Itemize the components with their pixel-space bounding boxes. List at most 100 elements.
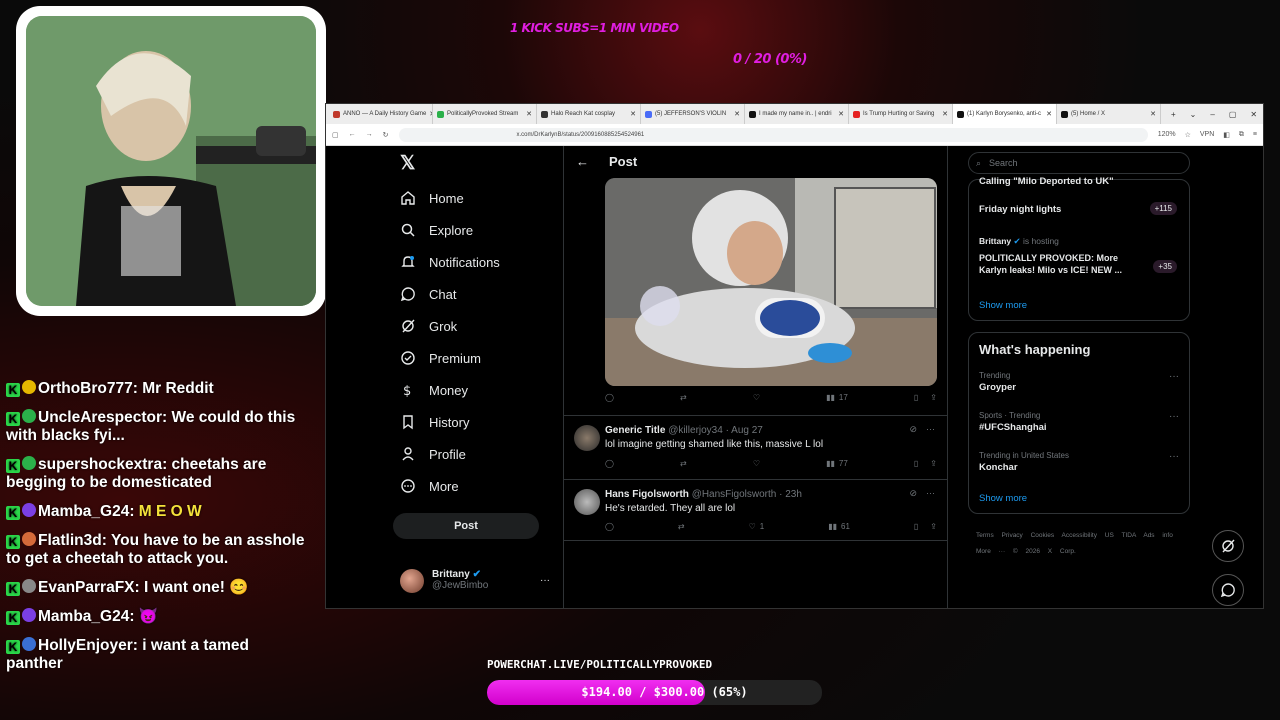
browser-tab[interactable]: (5) JEFFERSON'S VIOLIN ✕ xyxy=(641,104,745,124)
close-icon[interactable]: ✕ xyxy=(1150,110,1156,118)
reply-post[interactable]: Hans Figolsworth @HansFigolsworth · 23h … xyxy=(564,479,947,541)
new-tab-icon[interactable]: + xyxy=(1171,110,1176,119)
close-icon[interactable]: ✕ xyxy=(1046,110,1052,118)
repost-icon[interactable]: ⇄ xyxy=(678,522,685,531)
tab-favicon-icon xyxy=(853,110,860,118)
forward-icon[interactable]: → xyxy=(366,131,373,138)
reload-icon[interactable]: ↻ xyxy=(383,131,389,139)
close-icon[interactable]: ✕ xyxy=(630,110,636,118)
nav-history[interactable]: History xyxy=(400,414,469,430)
tab-list-icon[interactable]: ⌄ xyxy=(1190,110,1197,119)
live-item-friday[interactable]: Friday night lights xyxy=(979,204,1061,215)
more-dots-icon[interactable]: ··· xyxy=(1169,411,1179,422)
grok-icon[interactable]: ⊘ xyxy=(909,488,917,499)
close-icon[interactable]: ✕ xyxy=(942,110,948,118)
search-input[interactable]: ⌕ Search xyxy=(968,152,1190,174)
browser-tab[interactable]: (5) Home / X ✕ xyxy=(1057,104,1161,124)
post-button[interactable]: Post xyxy=(393,513,539,539)
reply-time[interactable]: · 23h xyxy=(779,489,802,500)
more-dots-icon[interactable]: ··· xyxy=(540,575,550,586)
more-dots-icon[interactable]: ··· xyxy=(926,424,935,435)
browser-tab[interactable]: Halo Reach Kat cosplay ✕ xyxy=(537,104,641,124)
avatar[interactable] xyxy=(574,489,600,515)
trend-item[interactable]: Trending Groyper xyxy=(979,371,1016,393)
back-icon[interactable]: ← xyxy=(349,131,356,138)
repost-icon[interactable]: ⇄ xyxy=(680,459,687,468)
nav-home[interactable]: Home xyxy=(400,190,464,206)
browser-tab[interactable]: ANNO — A Daily History Game✕ xyxy=(329,104,433,124)
grok-icon[interactable]: ⊘ xyxy=(909,424,917,435)
maximize-icon[interactable]: ▢ xyxy=(1229,110,1237,119)
sidebar-toggle-icon[interactable]: ▢ xyxy=(332,131,339,139)
more-dots-icon[interactable]: ··· xyxy=(926,488,935,499)
menu-icon[interactable]: ≡ xyxy=(1253,131,1257,139)
share-icon[interactable]: ⇪ xyxy=(930,459,937,468)
live-space-title[interactable]: POLITICALLY PROVOKED: More Karlyn leaks!… xyxy=(979,252,1131,276)
close-icon[interactable]: ✕ xyxy=(526,110,532,118)
nav-notifications[interactable]: Notifications xyxy=(400,254,500,270)
reply-time[interactable]: · Aug 27 xyxy=(726,425,763,436)
browser-tab[interactable]: Is Trump Hurting or Saving ✕ xyxy=(849,104,953,124)
close-window-icon[interactable]: ✕ xyxy=(1250,110,1257,119)
extensions-icon[interactable]: ⧉ xyxy=(1239,131,1244,139)
reply-icon[interactable]: ◯ xyxy=(605,459,614,468)
reply-author[interactable]: Hans Figolsworth xyxy=(605,489,689,500)
trend-item[interactable]: Trending in United States Konchar xyxy=(979,451,1069,473)
browser-tab[interactable]: PoliticallyProvoked Stream ✕ xyxy=(433,104,537,124)
minimize-icon[interactable]: – xyxy=(1210,110,1214,119)
grok-fab-icon[interactable] xyxy=(1212,530,1244,562)
tab-label: (5) JEFFERSON'S VIOLIN xyxy=(655,111,727,117)
show-more-link[interactable]: Show more xyxy=(979,300,1027,311)
close-icon[interactable]: ✕ xyxy=(838,110,844,118)
browser-tab-active[interactable]: (1) Karlyn Borysenko, anti-c ✕ xyxy=(953,104,1057,124)
views-stat[interactable]: ▮▮ 61 xyxy=(828,522,850,531)
views-stat[interactable]: ▮▮ 77 xyxy=(826,459,848,468)
live-host-line[interactable]: Brittany ✔ is hosting xyxy=(979,236,1059,247)
messages-fab-icon[interactable] xyxy=(1212,574,1244,606)
footer-links[interactable]: Terms Privacy Cookies Accessibility US T… xyxy=(976,528,1186,560)
bookmark-icon[interactable]: ▯ xyxy=(914,459,918,468)
reply-icon[interactable]: ◯ xyxy=(605,393,614,402)
nav-explore[interactable]: Explore xyxy=(400,222,473,238)
zoom-level[interactable]: 120% xyxy=(1158,131,1176,139)
bookmark-icon[interactable]: ▯ xyxy=(914,522,918,531)
back-arrow-icon[interactable]: ← xyxy=(576,154,589,169)
more-dots-icon[interactable]: ··· xyxy=(1169,371,1179,382)
account-switcher[interactable]: Brittany ✔ @JewBimbo ··· xyxy=(400,569,550,593)
reply-post[interactable]: Generic Title @killerjoy34 · Aug 27 lol … xyxy=(564,415,947,479)
live-item-partial[interactable]: Calling "Milo Deported to UK" xyxy=(979,176,1114,187)
nav-profile[interactable]: Profile xyxy=(400,446,466,462)
share-icon[interactable]: ⇪ xyxy=(930,522,937,531)
nav-premium[interactable]: Premium xyxy=(400,350,481,366)
post-image[interactable] xyxy=(605,178,937,386)
close-icon[interactable]: ✕ xyxy=(734,110,740,118)
more-dots-icon[interactable]: ··· xyxy=(1169,451,1179,462)
like-stat[interactable]: ♡ 1 xyxy=(749,522,765,531)
show-more-link[interactable]: Show more xyxy=(979,493,1027,504)
views-icon: ▮▮ xyxy=(826,393,835,402)
avatar[interactable] xyxy=(574,425,600,451)
nav-grok[interactable]: Grok xyxy=(400,318,457,334)
url-field[interactable]: x.com/DrKarlynB/status/20091608852545249… xyxy=(398,127,1148,142)
browser-tab[interactable]: I made my name in.. | endri ✕ xyxy=(745,104,849,124)
wallet-icon[interactable]: ◧ xyxy=(1223,131,1230,139)
like-icon[interactable]: ♡ xyxy=(753,459,760,468)
repost-icon[interactable]: ⇄ xyxy=(680,393,687,402)
x-logo-icon[interactable]: 𝕏 xyxy=(400,152,415,175)
host-name: Brittany xyxy=(979,236,1012,246)
like-icon[interactable]: ♡ xyxy=(753,393,760,402)
nav-more[interactable]: More xyxy=(400,478,459,494)
trend-item[interactable]: Sports · Trending #UFCShanghai xyxy=(979,411,1047,433)
nav-money[interactable]: $ Money xyxy=(400,382,468,399)
nav-chat[interactable]: Chat xyxy=(400,286,456,302)
reply-handle[interactable]: @killerjoy34 xyxy=(668,425,723,436)
bookmark-icon[interactable]: ▯ xyxy=(914,393,918,402)
reply-handle[interactable]: @HansFigolsworth xyxy=(692,489,777,500)
account-handle: @JewBimbo xyxy=(432,580,489,591)
reply-icon[interactable]: ◯ xyxy=(605,522,614,531)
star-icon[interactable]: ☆ xyxy=(1185,131,1191,139)
reply-author[interactable]: Generic Title xyxy=(605,425,665,436)
share-icon[interactable]: ⇪ xyxy=(930,393,937,402)
vpn-button[interactable]: VPN xyxy=(1200,131,1214,139)
views-stat[interactable]: ▮▮ 17 xyxy=(826,393,848,402)
